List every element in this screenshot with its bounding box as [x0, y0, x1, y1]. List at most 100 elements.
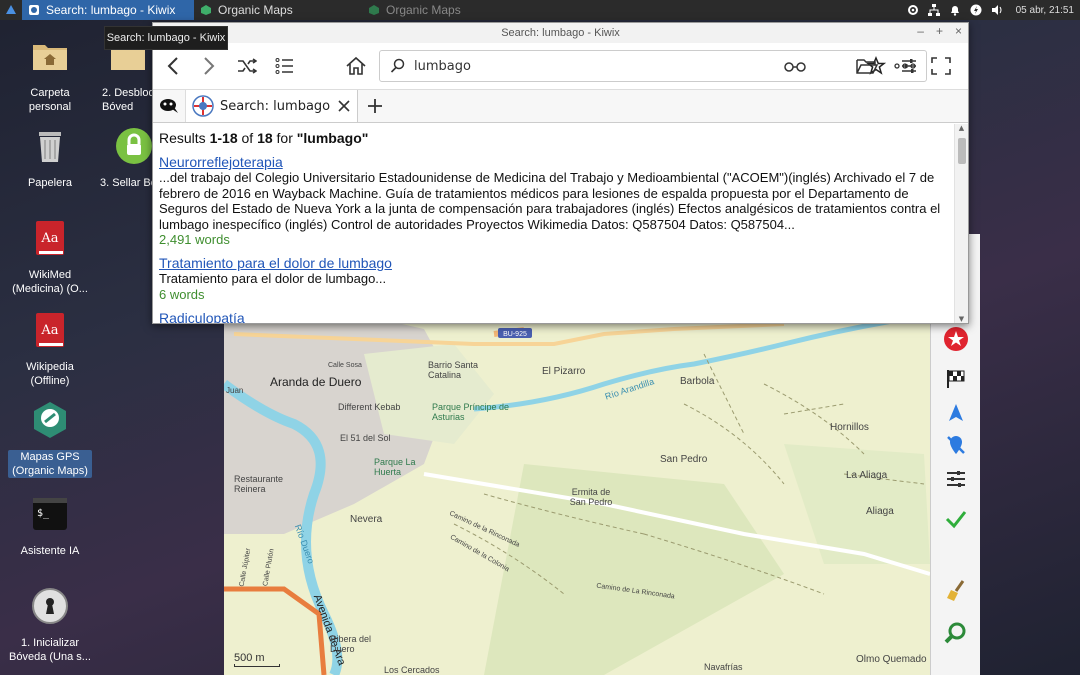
tab-search-lumbago[interactable]: Search: lumbago [186, 90, 358, 122]
road-shield-label: BU-925 [503, 331, 527, 338]
results-total: 18 [257, 130, 273, 146]
task-kiwix[interactable]: Search: lumbago - Kiwix [22, 0, 194, 20]
result-item: Radiculopatía [159, 310, 950, 324]
library-tab[interactable] [153, 90, 186, 122]
map-label-kebab: Different Kebab [338, 402, 401, 412]
map-app-icon [34, 402, 66, 438]
close-icon[interactable] [337, 99, 351, 113]
map-label-parque-huerta: Parque La Huerta [374, 457, 416, 477]
desktop-icon-organic-maps[interactable]: Mapas GPS (Organic Maps) [8, 400, 92, 478]
map-label-navafrias: Navafrías [704, 662, 743, 672]
start-menu-button[interactable] [0, 0, 22, 20]
lock-icon [116, 128, 152, 164]
results-of: of [237, 130, 258, 146]
back-button[interactable] [159, 53, 187, 79]
chevron-left-icon [167, 57, 178, 75]
check-icon [945, 511, 967, 529]
desktop-icon-label: Mapas GPS (Organic Maps) [8, 450, 92, 478]
folder-home-icon [33, 45, 67, 70]
new-tab-button[interactable] [358, 90, 392, 122]
bookmarks-button[interactable] [941, 324, 971, 354]
forward-button[interactable] [195, 53, 223, 79]
taskbar: Search: lumbago - Kiwix Organic Maps Org… [0, 0, 1080, 20]
organic-maps-task-icon [369, 5, 379, 15]
gear-icon[interactable] [907, 4, 919, 16]
search-map-button[interactable] [941, 618, 971, 648]
task-organic-maps-1[interactable]: Organic Maps [194, 0, 362, 20]
desktop-icon-wikimed[interactable]: Aa WikiMed (Medicina) (O... [8, 218, 92, 296]
scroll-down-icon[interactable]: ▼ [955, 315, 968, 323]
svg-text:Aa: Aa [40, 231, 58, 246]
shuffle-icon [238, 58, 257, 74]
task-tooltip: Search: lumbago - Kiwix [104, 26, 228, 50]
search-input[interactable] [414, 58, 734, 74]
fullscreen-button[interactable] [927, 53, 955, 79]
confirm-button[interactable] [941, 504, 971, 534]
location-off-button[interactable] [941, 430, 971, 460]
map-label-town: Aranda de Duero [270, 375, 362, 389]
desktop-icon-trash[interactable]: Papelera [8, 126, 92, 190]
scroll-up-icon[interactable]: ▲ [955, 124, 968, 132]
map-label-juan: Juan [226, 386, 244, 395]
search-icon [390, 58, 405, 73]
svg-text:Aa: Aa [40, 323, 58, 338]
desktop-icon-label: WikiMed (Medicina) (O... [12, 269, 88, 295]
terminal-icon: $_ [33, 498, 67, 530]
power-icon[interactable] [970, 4, 982, 16]
search-bar[interactable] [379, 50, 927, 82]
desktop-icon-home-folder[interactable]: Carpeta personal [8, 36, 92, 114]
desktop-icon-seal-vault[interactable]: 3. Sellar Bó [92, 126, 154, 190]
more-menu-button[interactable] [891, 53, 919, 79]
book-icon: Aa [36, 221, 64, 255]
map-label-hornillos: Hornillos [830, 422, 869, 433]
results-for: for [272, 130, 297, 146]
result-snippet: ...del trabajo del Colegio Universitario… [159, 170, 941, 232]
open-file-button[interactable] [853, 53, 881, 79]
home-button[interactable] [342, 53, 370, 79]
volume-icon[interactable] [991, 4, 1003, 16]
kiwix-toolbar [153, 43, 968, 89]
random-article-button[interactable] [233, 53, 261, 79]
clock[interactable]: 05 abr, 21:51 [1016, 5, 1074, 16]
task-organic-maps-2[interactable]: Organic Maps [362, 0, 467, 20]
scrollbar-thumb[interactable] [958, 138, 966, 164]
keyhole-icon [32, 588, 68, 624]
result-link[interactable]: Tratamiento para el dolor de lumbago [159, 255, 392, 271]
window-title: Search: lumbago - Kiwix [501, 27, 620, 39]
desktop-icon-init-vault[interactable]: 1. Inicializar Bóveda (Una s... [8, 586, 92, 664]
result-link[interactable]: Radiculopatía [159, 310, 245, 324]
maximize-button[interactable]: + [936, 24, 943, 38]
map-label-barrio: Barrio Santa Catalina [428, 360, 479, 380]
close-window-button[interactable]: × [955, 24, 962, 38]
kiwix-task-icon [29, 5, 39, 15]
table-of-contents-button[interactable] [271, 53, 299, 79]
bell-icon[interactable] [949, 4, 961, 16]
map-scale: 500 m [234, 652, 280, 667]
desktop-icon-ai-assistant[interactable]: $_ Asistente IA [8, 494, 92, 558]
window-titlebar[interactable]: Search: lumbago - Kiwix – + × [153, 23, 968, 43]
minimize-button[interactable]: – [917, 24, 924, 38]
reading-mode-button[interactable] [781, 53, 809, 79]
map-label-cercados: Los Cercados [384, 665, 440, 675]
kiwix-window[interactable]: Search: lumbago - Kiwix – + × lumbago Se… [152, 22, 969, 324]
map-label-ribera: Ribera del Duero [330, 634, 372, 654]
results-prefix: Results [159, 130, 210, 146]
desktop-icon-label: Carpeta personal [28, 87, 72, 113]
desktop-icon-wikipedia[interactable]: Aa Wikipedia (Offline) [8, 310, 92, 388]
network-icon[interactable] [927, 4, 940, 16]
my-location-button[interactable] [941, 398, 971, 428]
desktop-icon-label: Asistente IA [20, 545, 80, 557]
system-tray: 05 abr, 21:51 [907, 0, 1080, 20]
map-label-barbola: Barbola [680, 376, 715, 387]
wikimed-favicon-icon [192, 95, 214, 117]
results-scrollbar[interactable]: ▲ ▼ [954, 124, 968, 323]
desktop-icon-label: 1. Inicializar Bóveda (Una s... [9, 637, 91, 663]
route-button[interactable] [941, 364, 971, 394]
map-label-aliaga: Aliaga [866, 506, 894, 517]
result-link[interactable]: Neurorreflejoterapia [159, 154, 283, 170]
task-label: Search: lumbago - Kiwix [46, 3, 176, 17]
result-item: Tratamiento para el dolor de lumbago Tra… [159, 255, 950, 302]
settings-button[interactable] [941, 464, 971, 494]
tab-label: Search: lumbago [220, 98, 331, 114]
clean-button[interactable] [941, 576, 971, 606]
